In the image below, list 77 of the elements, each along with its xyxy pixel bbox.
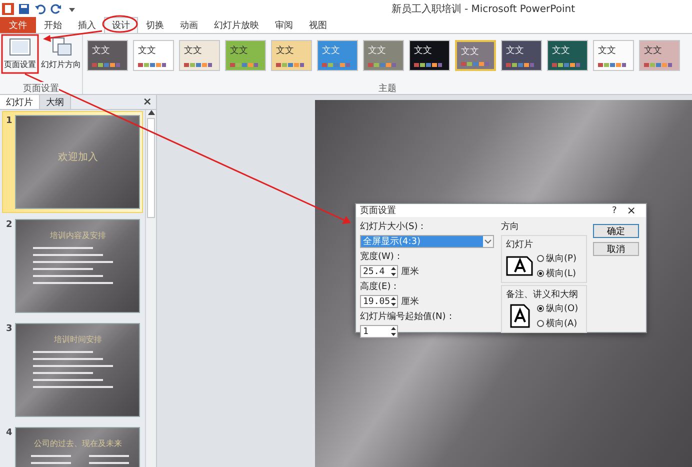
spinner-icon[interactable] <box>390 296 397 307</box>
field-label: 高度(E)： <box>360 280 401 293</box>
file-tab[interactable]: 文件 <box>0 17 36 33</box>
orientation-icon <box>50 37 72 57</box>
ribbon-tab[interactable]: 插入 <box>70 17 104 33</box>
window-title: 新员工入职培训 - Microsoft PowerPoint <box>391 2 575 16</box>
group-label: 方向 <box>501 220 520 233</box>
group-label: 主题 <box>378 82 396 94</box>
annotation-arrow <box>43 30 102 42</box>
radio-option[interactable]: 横向(A) <box>537 317 578 330</box>
theme-thumbnail[interactable]: 文文 <box>501 40 542 71</box>
slide-title: 公司的过去、现在及未来 <box>34 438 122 449</box>
ribbon-tab[interactable]: 动画 <box>172 17 206 33</box>
theme-thumbnail[interactable]: 文文 <box>179 40 220 71</box>
dropdown-icon <box>483 236 493 247</box>
slide-item[interactable]: 2 培训内容及安排 <box>2 215 143 317</box>
redo-icon[interactable] <box>50 2 62 14</box>
theme-thumbnail[interactable]: 文文 <box>271 40 312 71</box>
theme-thumbnail[interactable]: 文文 <box>455 40 496 71</box>
dialog-button[interactable]: 取消 <box>593 242 639 256</box>
spin-field[interactable]: 1 <box>360 325 398 338</box>
group-label: 页面设置 <box>23 82 59 94</box>
theme-thumbnail[interactable]: 文文 <box>547 40 588 71</box>
theme-thumbnail[interactable]: 文文 <box>639 40 680 71</box>
scroll-up-icon[interactable] <box>148 110 154 115</box>
field-label: 幻灯片编号起始值(N)： <box>360 310 456 323</box>
ribbon-tab[interactable]: 切换 <box>138 17 172 33</box>
unit-label: 厘米 <box>401 296 419 308</box>
group-label: 备注、讲义和大纲 <box>506 288 579 301</box>
ribbon-tab[interactable]: 幻灯片放映 <box>206 17 267 33</box>
dialog-button[interactable]: 确定 <box>593 224 639 238</box>
ribbon-button[interactable]: 幻灯片方向 <box>41 37 81 70</box>
slide-item[interactable]: 3 培训时间安排 <box>2 319 143 421</box>
undo-icon[interactable] <box>34 2 46 14</box>
scroll-thumb[interactable] <box>147 118 155 218</box>
slide-item[interactable]: 1 欢迎加入 <box>2 111 143 213</box>
annotation-circle <box>102 15 138 33</box>
slide-title: 欢迎加入 <box>58 150 98 164</box>
help-button[interactable]: ? <box>612 206 617 216</box>
ribbon-tab[interactable]: 视图 <box>301 17 335 33</box>
radio-option[interactable]: 纵向(O) <box>537 302 578 315</box>
page-icon <box>9 37 31 57</box>
panel-tab[interactable]: 幻灯片 <box>0 95 40 109</box>
radio-option[interactable]: 纵向(P) <box>537 252 576 265</box>
save-icon[interactable] <box>18 2 30 14</box>
close-button[interactable]: × <box>626 204 636 217</box>
slide-title: 培训时间安排 <box>54 334 102 345</box>
spin-field[interactable]: 19.05 <box>360 295 398 308</box>
unit-label: 厘米 <box>401 266 419 278</box>
theme-thumbnail[interactable]: 文文 <box>225 40 266 71</box>
slide-number: 1 <box>6 116 12 128</box>
ribbon-tab[interactable]: 开始 <box>36 17 70 33</box>
landscape-page-icon <box>506 254 534 278</box>
field-label: 幻灯片大小(S)： <box>360 220 428 233</box>
dialog-title: 页面设置 <box>360 204 397 217</box>
slide-number: 3 <box>6 324 12 336</box>
slide-title: 培训内容及安排 <box>50 230 106 241</box>
spinner-icon[interactable] <box>390 266 397 277</box>
theme-thumbnail[interactable]: 文文 <box>87 40 128 71</box>
theme-thumbnail[interactable]: 文文 <box>133 40 174 71</box>
close-button[interactable]: × <box>142 95 152 109</box>
app-icon[interactable] <box>2 2 14 14</box>
annotation-rectangle <box>1 34 39 74</box>
slide-number: 2 <box>6 220 12 232</box>
group-label: 幻灯片 <box>506 238 534 251</box>
theme-thumbnail[interactable]: 文文 <box>409 40 450 71</box>
scrollbar[interactable] <box>145 110 156 467</box>
radio-option[interactable]: 横向(L) <box>537 267 576 280</box>
field-label: 宽度(W)： <box>360 250 404 263</box>
ribbon-button[interactable]: 页面设置 <box>4 37 36 70</box>
spin-field[interactable]: 25.4 <box>360 265 398 278</box>
slide-item[interactable]: 4 公司的过去、现在及未来 <box>2 423 143 467</box>
slide-number: 4 <box>6 428 12 440</box>
theme-thumbnail[interactable]: 文文 <box>593 40 634 71</box>
spinner-icon[interactable] <box>390 326 397 337</box>
ribbon-tab[interactable]: 审阅 <box>267 17 301 33</box>
panel-tab[interactable]: 大纲 <box>40 95 71 109</box>
